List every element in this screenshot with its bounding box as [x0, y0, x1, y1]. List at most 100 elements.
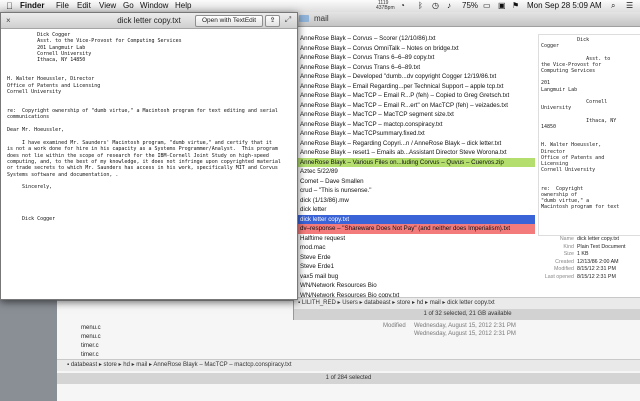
info-label: Modified — [553, 266, 574, 272]
file-row[interactable]: Steve Erde — [298, 253, 535, 263]
file-row[interactable]: AnneRose Blayk – Corvus – Scorer (12/10/… — [298, 34, 535, 44]
file-row[interactable]: WN/Network Resources Bio — [298, 281, 535, 291]
file-row[interactable]: AnneRose Blayk – Corvus OmniTalk – Notes… — [298, 44, 535, 54]
info-label: Created — [555, 258, 574, 265]
status-counter-bottom: 437Bpm — [376, 5, 395, 11]
spotlight-icon[interactable]: ⌕ — [611, 0, 615, 12]
path-item[interactable]: mail — [136, 362, 147, 368]
file-row[interactable]: Halftime request — [298, 234, 535, 244]
file-row[interactable]: timer.c — [81, 352, 99, 358]
battery-percent[interactable]: 75% — [462, 0, 478, 12]
file-row[interactable]: AnneRose Blayk – MacTCP – Email R...ert"… — [298, 101, 535, 111]
menu-edit[interactable]: Edit — [77, 0, 91, 12]
share-icon[interactable]: ⇪ — [265, 15, 280, 27]
modified-value: Wednesday, August 15, 2012 2:31 PM — [414, 323, 516, 329]
info-row: Size 1 KB — [538, 251, 640, 259]
path-item[interactable]: AnneRose Blayk – MacTCP – mactcp.conspir… — [153, 362, 291, 368]
file-row[interactable]: dv–response – "Shareware Does Not Pay" (… — [298, 224, 535, 234]
open-with-textedit-button[interactable]: Open with TextEdit — [195, 15, 263, 27]
menu-window[interactable]: Window — [140, 0, 168, 12]
path-item[interactable]: dick letter copy.txt — [447, 300, 495, 306]
file-row[interactable]: AnneRose Blayk – MacTCP – mactcp.conspir… — [298, 120, 535, 130]
file-row[interactable]: timer.c — [81, 343, 99, 349]
info-row: Created 12/13/86 2:00 AM — [538, 259, 640, 267]
preview-pane: Dick Cogger Asst. to the Vice-Provost for C… — [538, 34, 640, 320]
info-label: Kind — [563, 243, 574, 250]
folder-icon: ▪ — [67, 362, 70, 368]
file-row[interactable]: menu.c — [81, 334, 101, 340]
path-item[interactable]: Users — [342, 300, 358, 306]
info-value: 8/15/12 2:31 PM — [577, 273, 616, 280]
apple-menu-icon[interactable]:  — [6, 0, 13, 12]
finder-window: mail AnneRose Blayk – Corvus – Scorer (1… — [293, 12, 640, 320]
file-row[interactable]: Aztec 5/22/89 — [298, 167, 535, 177]
bluetooth-icon[interactable]: ᛒ — [418, 0, 423, 12]
info-row: Kind Plain Text Document — [538, 244, 640, 252]
battery-icon[interactable]: ▭ — [483, 0, 491, 12]
path-item[interactable]: hd — [417, 300, 424, 306]
path-bar: ▪ databeast ▸ store ▸ hd ▸ mail ▸ AnneRo… — [57, 359, 640, 371]
status-bar: 1 of 32 selected, 21 GB available — [294, 309, 640, 320]
file-row[interactable]: AnneRose Blayk – MacTCP – MacTCP segment… — [298, 110, 535, 120]
menu-help[interactable]: Help — [175, 0, 191, 12]
status-bar: 1 of 284 selected — [57, 373, 640, 384]
file-row[interactable]: dick letter copy.txt — [298, 214, 535, 224]
menu-view[interactable]: View — [99, 0, 116, 12]
info-row: Last opened 8/15/12 2:31 PM — [538, 274, 640, 282]
path-item[interactable]: LILITH_RED — [302, 300, 336, 306]
volume-icon[interactable]: ♪ — [447, 0, 451, 12]
display-icon[interactable]: ▣ — [498, 0, 506, 12]
file-row[interactable]: dick letter — [298, 205, 535, 215]
notification-center-icon[interactable]: ☰ — [626, 0, 633, 12]
preview-line: Macintosh program for text — [541, 204, 620, 211]
path-item[interactable]: store — [104, 362, 117, 368]
file-row[interactable]: AnneRose Blayk – Various Files on...ludi… — [298, 157, 535, 167]
file-row[interactable]: AnneRose Blayk – MacTCPsummary.fixed.txt — [298, 129, 535, 139]
file-row[interactable]: AnneRose Blayk – Corvus Trans 6–6–89.txt — [298, 63, 535, 73]
finder-toolbar: mail — [294, 12, 640, 27]
wifi-icon[interactable]: ◔ — [400, 0, 405, 12]
preview-thumbnail: Dick Cogger Asst. to the Vice-Provost for C… — [538, 34, 640, 236]
file-row[interactable]: Comet – Dave Smallen — [298, 177, 535, 187]
path-item[interactable]: databeast — [71, 362, 97, 368]
file-row[interactable]: menu.c — [81, 325, 101, 331]
info-value: 8/15/12 2:31 PM — [577, 266, 616, 272]
path-item[interactable]: hd — [123, 362, 130, 368]
modified-value: Wednesday, August 15, 2012 2:31 PM — [414, 331, 516, 337]
document-line: Dick Cogger — [7, 215, 56, 222]
time-machine-icon[interactable]: ◷ — [432, 0, 439, 12]
info-value: dick letter copy.txt — [577, 236, 619, 242]
document-line: does not lie within the scope of researc… — [7, 152, 269, 159]
info-label: Size — [563, 251, 574, 257]
file-row[interactable]: AnneRose Blayk – Developed "dumb...dv co… — [298, 72, 535, 82]
path-bar: ▪ LILITH_RED ▸ Users ▸ databeast ▸ store… — [294, 297, 640, 309]
file-row[interactable]: AnneRose Blayk – Email Regarding...per T… — [298, 82, 535, 92]
file-row[interactable]: mod.mac — [298, 243, 535, 253]
file-row[interactable]: Steve Erde1 — [298, 262, 535, 272]
menu-file[interactable]: File — [56, 0, 69, 12]
path-item[interactable]: databeast — [364, 300, 390, 306]
fullscreen-icon[interactable]: ⤢ — [282, 15, 294, 25]
info-value: Plain Text Document — [577, 243, 626, 250]
file-row[interactable]: AnneRose Blayk – MacTCP – Email R...P (f… — [298, 91, 535, 101]
quick-look-titlebar: dick letter copy.txt × Open with TextEdi… — [1, 13, 297, 29]
window-title: mail — [314, 14, 329, 23]
path-item[interactable]: mail — [430, 300, 441, 306]
menu-finder[interactable]: Finder — [20, 0, 44, 12]
info-row: Name dick letter copy.txt — [538, 236, 640, 244]
file-row[interactable]: AnneRose Blayk – Corvus Trans 6–6–89 cop… — [298, 53, 535, 63]
file-row[interactable]: AnneRose Blayk – reset1 – Emails ab...As… — [298, 148, 535, 158]
quick-look-window: dick letter copy.txt × Open with TextEdi… — [0, 12, 298, 300]
menu-clock[interactable]: Mon Sep 28 5:09 AM — [527, 0, 602, 12]
info-value: 12/13/86 2:00 AM — [577, 258, 619, 265]
file-row[interactable]: dick (1/13/86).mw — [298, 196, 535, 206]
file-row[interactable]: vax5 mail bug — [298, 272, 535, 282]
menu-go[interactable]: Go — [123, 0, 134, 12]
close-icon[interactable]: × — [6, 16, 15, 25]
document-line: is not a work done for hire in his capac… — [7, 146, 278, 153]
file-row[interactable]: AnneRose Blayk – Regarding Copyri...n / … — [298, 139, 535, 149]
file-row[interactable]: crud – "This is nunsense." — [298, 186, 535, 196]
info-label: Last opened — [544, 273, 574, 280]
path-item[interactable]: store — [397, 300, 410, 306]
flag-icon[interactable]: ⚑ — [512, 0, 519, 12]
